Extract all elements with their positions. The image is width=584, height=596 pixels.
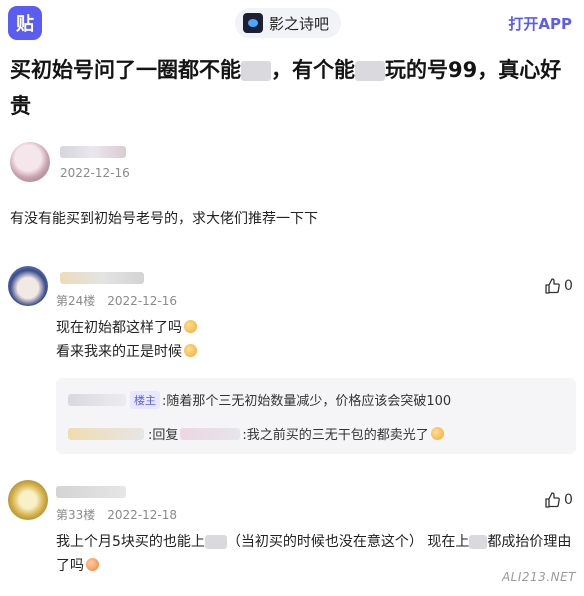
op-avatar[interactable] (10, 142, 50, 182)
reply-date: 2022-12-16 (107, 294, 178, 308)
sub-reply: :回复 :我之前买的三无干包的都卖光了 (68, 424, 444, 443)
floor-number: 第33楼 (56, 508, 96, 522)
blurred-text (355, 61, 385, 81)
sub-reply-text: :随着那个三无初始数量减少，价格应该会突破100 (162, 394, 452, 409)
sub-reply-username-blurred[interactable] (68, 393, 126, 406)
thumb-up-icon (545, 278, 560, 294)
reply-avatar[interactable] (8, 266, 48, 306)
sub-reply-username-blurred[interactable] (68, 427, 144, 440)
op-body-text: 有没有能买到初始号老号的，求大佬们推荐一下下 (10, 211, 318, 227)
sub-reply: 楼主 :随着那个三无初始数量减少，价格应该会突破100 (68, 390, 451, 409)
forum-icon (243, 13, 263, 33)
title-text-2: ，有个能 (271, 58, 355, 82)
top-bar: 贴 影之诗吧 打开APP (0, 0, 584, 46)
sub-reply-box[interactable]: 楼主 :随着那个三无初始数量减少，价格应该会突破100 :回复 :我之前买的三无… (56, 378, 576, 454)
reply-meta: 第33楼 2022-12-18 (56, 506, 177, 523)
reply-username-blurred[interactable] (60, 272, 144, 284)
emoji-icon (184, 344, 197, 357)
like-button[interactable]: 0 (544, 492, 573, 508)
blurred-text (469, 535, 488, 549)
post-title: 买初始号问了一圈都不能 ，有个能 玩的号99，真心好贵 (10, 52, 576, 124)
like-count: 0 (564, 278, 573, 294)
emoji-icon (184, 320, 197, 333)
mentioned-user-blurred[interactable] (180, 427, 241, 440)
thumb-up-icon (545, 492, 560, 508)
reply-text: 现在初始都这样了吗 看来我来的正是时候 (56, 316, 197, 364)
like-button[interactable]: 0 (544, 278, 573, 294)
reply-username-blurred[interactable] (56, 486, 126, 498)
reply-prefix: :回复 (148, 428, 179, 443)
blurred-text (204, 535, 227, 549)
reply-line: 看来我来的正是时候 (56, 344, 182, 360)
op-date: 2022-12-16 (60, 166, 130, 180)
reply-line: 现在初始都这样了吗 (56, 320, 182, 336)
forum-name: 影之诗吧 (269, 14, 330, 33)
op-username-blurred[interactable] (60, 146, 126, 158)
open-app-button[interactable]: 打开APP (508, 13, 572, 34)
op-badge: 楼主 (130, 390, 160, 409)
blurred-text (241, 61, 271, 81)
reply-meta: 第24楼 2022-12-16 (56, 292, 177, 309)
reply-date: 2022-12-18 (107, 508, 178, 522)
reply-text-1: 我上个月5块买的也能上 (56, 534, 205, 550)
reply-avatar[interactable] (8, 480, 48, 520)
like-count: 0 (564, 492, 573, 508)
emoji-icon (86, 558, 99, 571)
reply-text-2: （当初买的时候也没在意这个） 现在上 (226, 534, 470, 550)
title-text-1: 买初始号问了一圈都不能 (10, 58, 241, 82)
forum-pill[interactable]: 影之诗吧 (235, 8, 342, 38)
watermark: ALI213.NET (501, 570, 576, 584)
sub-reply-text: :我之前买的三无干包的都卖光了 (242, 428, 429, 443)
app-logo-icon[interactable]: 贴 (8, 6, 42, 40)
floor-number: 第24楼 (56, 294, 96, 308)
emoji-icon (430, 427, 444, 440)
